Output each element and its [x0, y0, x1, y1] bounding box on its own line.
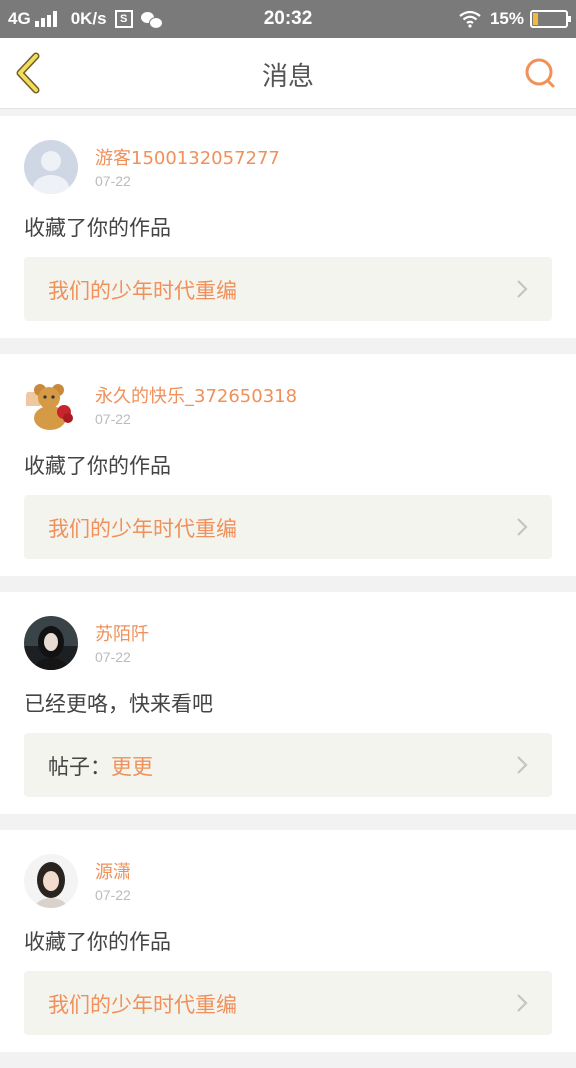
- message-date: 07-22: [95, 173, 131, 189]
- avatar[interactable]: [24, 616, 78, 670]
- message-text: 收藏了你的作品: [24, 454, 171, 478]
- work-title: 我们的少年时代重编: [48, 517, 237, 541]
- page-title: 消息: [261, 62, 314, 92]
- avatar[interactable]: [24, 378, 78, 432]
- chevron-right-icon: [517, 994, 528, 1012]
- search-icon: [525, 58, 555, 88]
- post-title: 更更: [111, 755, 153, 779]
- message-date: 07-22: [95, 887, 131, 903]
- username[interactable]: 永久的快乐_372650318: [95, 382, 297, 408]
- work-title: 我们的少年时代重编: [48, 993, 237, 1017]
- work-link[interactable]: 我们的少年时代重编: [24, 495, 552, 559]
- message-text: 已经更咯，快来看吧: [24, 692, 213, 716]
- message-text: 收藏了你的作品: [24, 930, 171, 954]
- message-list: 游客1500132057277 07-22 收藏了你的作品 我们的少年时代重编 …: [0, 116, 576, 1068]
- chevron-right-icon: [517, 280, 528, 298]
- username[interactable]: 源潇: [95, 858, 131, 884]
- post-link[interactable]: 帖子：更更: [24, 733, 552, 797]
- nav-bar: 消息: [0, 38, 576, 109]
- work-link-label: 我们的少年时代重编: [48, 275, 237, 305]
- work-link-label: 我们的少年时代重编: [48, 989, 237, 1019]
- work-link[interactable]: 我们的少年时代重编: [24, 257, 552, 321]
- message-date: 07-22: [95, 649, 131, 665]
- link-prefix: 帖子：: [48, 755, 111, 779]
- avatar[interactable]: [24, 140, 78, 194]
- avatar[interactable]: [24, 854, 78, 908]
- message-text: 收藏了你的作品: [24, 216, 171, 240]
- status-bar: 4G 0K/s S 20:32 15%: [0, 0, 576, 38]
- work-link[interactable]: 我们的少年时代重编: [24, 971, 552, 1035]
- battery-percent: 15%: [489, 9, 524, 28]
- wifi-icon: [459, 10, 481, 28]
- message-item: 游客1500132057277 07-22 收藏了你的作品 我们的少年时代重编: [0, 116, 576, 338]
- search-button[interactable]: [522, 56, 558, 92]
- message-item: 苏陌阡 07-22 已经更咯，快来看吧 帖子：更更: [0, 592, 576, 814]
- username[interactable]: 游客1500132057277: [95, 144, 280, 170]
- message-date: 07-22: [95, 411, 131, 427]
- message-item: 源潇 07-22 收藏了你的作品 我们的少年时代重编: [0, 830, 576, 1052]
- work-link-label: 我们的少年时代重编: [48, 513, 237, 543]
- work-title: 我们的少年时代重编: [48, 279, 237, 303]
- battery-icon: [530, 10, 571, 28]
- chevron-right-icon: [517, 756, 528, 774]
- message-item: 永久的快乐_372650318 07-22 收藏了你的作品 我们的少年时代重编: [0, 354, 576, 576]
- chevron-right-icon: [517, 518, 528, 536]
- status-right: 15%: [458, 9, 571, 29]
- post-link-label: 帖子：更更: [48, 751, 153, 781]
- username[interactable]: 苏陌阡: [95, 620, 149, 646]
